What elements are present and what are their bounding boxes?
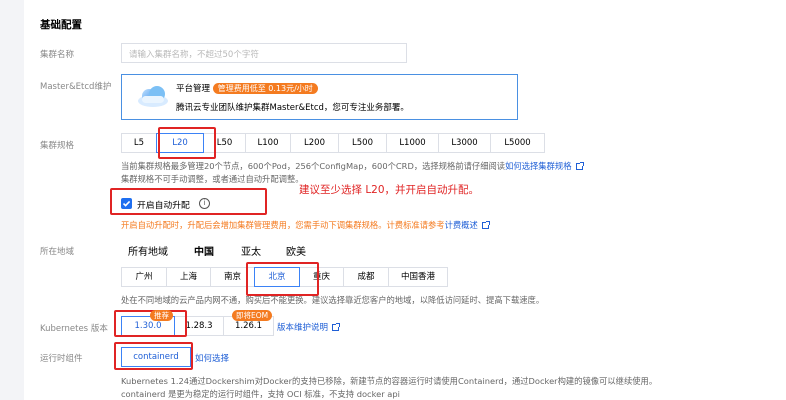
spec-option-l20[interactable]: L20 (156, 133, 204, 153)
runtime-hint-2: containerd 是更为稳定的运行时组件，支持 OCI 标准，不支持 doc… (121, 389, 400, 399)
cluster-name-input[interactable]: 请输入集群名称，不超过50个字符 (121, 43, 407, 63)
region-tab-apac[interactable]: 亚太 (241, 243, 261, 258)
runtime-option-containerd[interactable]: containerd (121, 347, 191, 367)
region-label: 所在地域 (40, 247, 75, 257)
version-maintenance-link[interactable]: 版本维护说明 (277, 323, 328, 333)
billing-overview-link[interactable]: 计费概述 (445, 220, 478, 230)
platform-managed-title: 平台管理 管理费用低至 0.13元/小时 (176, 82, 318, 94)
city-option-nanjing[interactable]: 南京 (210, 267, 255, 287)
how-to-choose-spec-link[interactable]: 如何选择集群规格 (505, 161, 571, 171)
region-hint: 处在不同地域的云产品内网不通，购买后不能更换。建议选择靠近您客户的地域，以降低访… (121, 295, 545, 305)
recommend-tag: 推荐 (150, 310, 173, 321)
cloud-icon (136, 84, 170, 108)
city-option-guangzhou[interactable]: 广州 (121, 267, 167, 287)
cluster-spec-label: 集群规格 (40, 141, 75, 151)
external-link-icon (481, 221, 490, 229)
spec-option-l200[interactable]: L200 (290, 133, 339, 153)
runtime-label: 运行时组件 (40, 354, 83, 364)
runtime-hint-1: Kubernetes 1.24通过Dockershim对Docker的支持已移除… (121, 376, 658, 386)
k8s-version-label: Kubernetes 版本 (40, 324, 108, 334)
eom-tag: 即将EOM (232, 310, 273, 321)
master-etcd-label: Master&Etcd维护 (40, 82, 112, 92)
region-tab-china[interactable]: 中国 (194, 243, 214, 258)
external-link-icon (332, 323, 341, 331)
version-maintenance-link-wrap: 版本维护说明 (277, 321, 341, 333)
region-tab-all[interactable]: 所有地域 (128, 243, 168, 258)
platform-managed-description: 腾讯云专业团队维护集群Master&Etcd，您可专注业务部署。 (176, 103, 409, 113)
cluster-spec-hint-text: 当前集群规格最多管理20个节点，600个Pod，256个ConfigMap，60… (121, 161, 506, 171)
platform-managed-card[interactable] (121, 74, 518, 120)
info-icon[interactable]: i (199, 198, 210, 209)
region-tab-europe-america[interactable]: 欧美 (286, 243, 306, 258)
annotation-spec: 建议至少选择 L20，并开启自动升配。 (299, 184, 480, 196)
spec-option-l5000[interactable]: L5000 (490, 133, 545, 153)
platform-managed-label: 平台管理 (176, 84, 211, 94)
auto-upgrade-warning-text: 开启自动升配时，升配后会增加集群管理费用，您需手动下调集群规格。计费标准请参考 (121, 220, 445, 230)
spec-option-l5[interactable]: L5 (121, 133, 157, 153)
city-option-hongkong[interactable]: 中国香港 (388, 267, 448, 287)
auto-upgrade-warning: 开启自动升配时，升配后会增加集群管理费用，您需手动下调集群规格。计费标准请参考计… (121, 219, 490, 231)
cluster-spec-hint: 当前集群规格最多管理20个节点，600个Pod，256个ConfigMap，60… (121, 160, 584, 172)
cluster-name-label: 集群名称 (40, 50, 75, 60)
city-option-beijing[interactable]: 北京 (254, 267, 300, 287)
spec-option-l3000[interactable]: L3000 (438, 133, 491, 153)
city-option-chongqing[interactable]: 重庆 (299, 267, 344, 287)
city-option-chengdu[interactable]: 成都 (343, 267, 389, 287)
spec-option-l100[interactable]: L100 (245, 133, 291, 153)
cluster-spec-hint-2: 集群规格不可手动调整，或者通过自动升配调整。 (121, 174, 304, 184)
how-to-choose-runtime-link[interactable]: 如何选择 (195, 352, 229, 364)
spec-option-l1000[interactable]: L1000 (386, 133, 439, 153)
auto-upgrade-checkbox[interactable] (121, 198, 132, 209)
management-fee-badge: 管理费用低至 0.13元/小时 (212, 83, 318, 94)
section-title: 基础配置 (40, 19, 82, 31)
spec-option-l500[interactable]: L500 (338, 133, 387, 153)
spec-option-l50[interactable]: L50 (203, 133, 246, 153)
auto-upgrade-label[interactable]: 开启自动升配 (137, 198, 190, 211)
k8s-version-1-28-3[interactable]: 1.28.3 (174, 316, 224, 336)
external-link-icon (575, 162, 584, 170)
city-option-shanghai[interactable]: 上海 (166, 267, 211, 287)
